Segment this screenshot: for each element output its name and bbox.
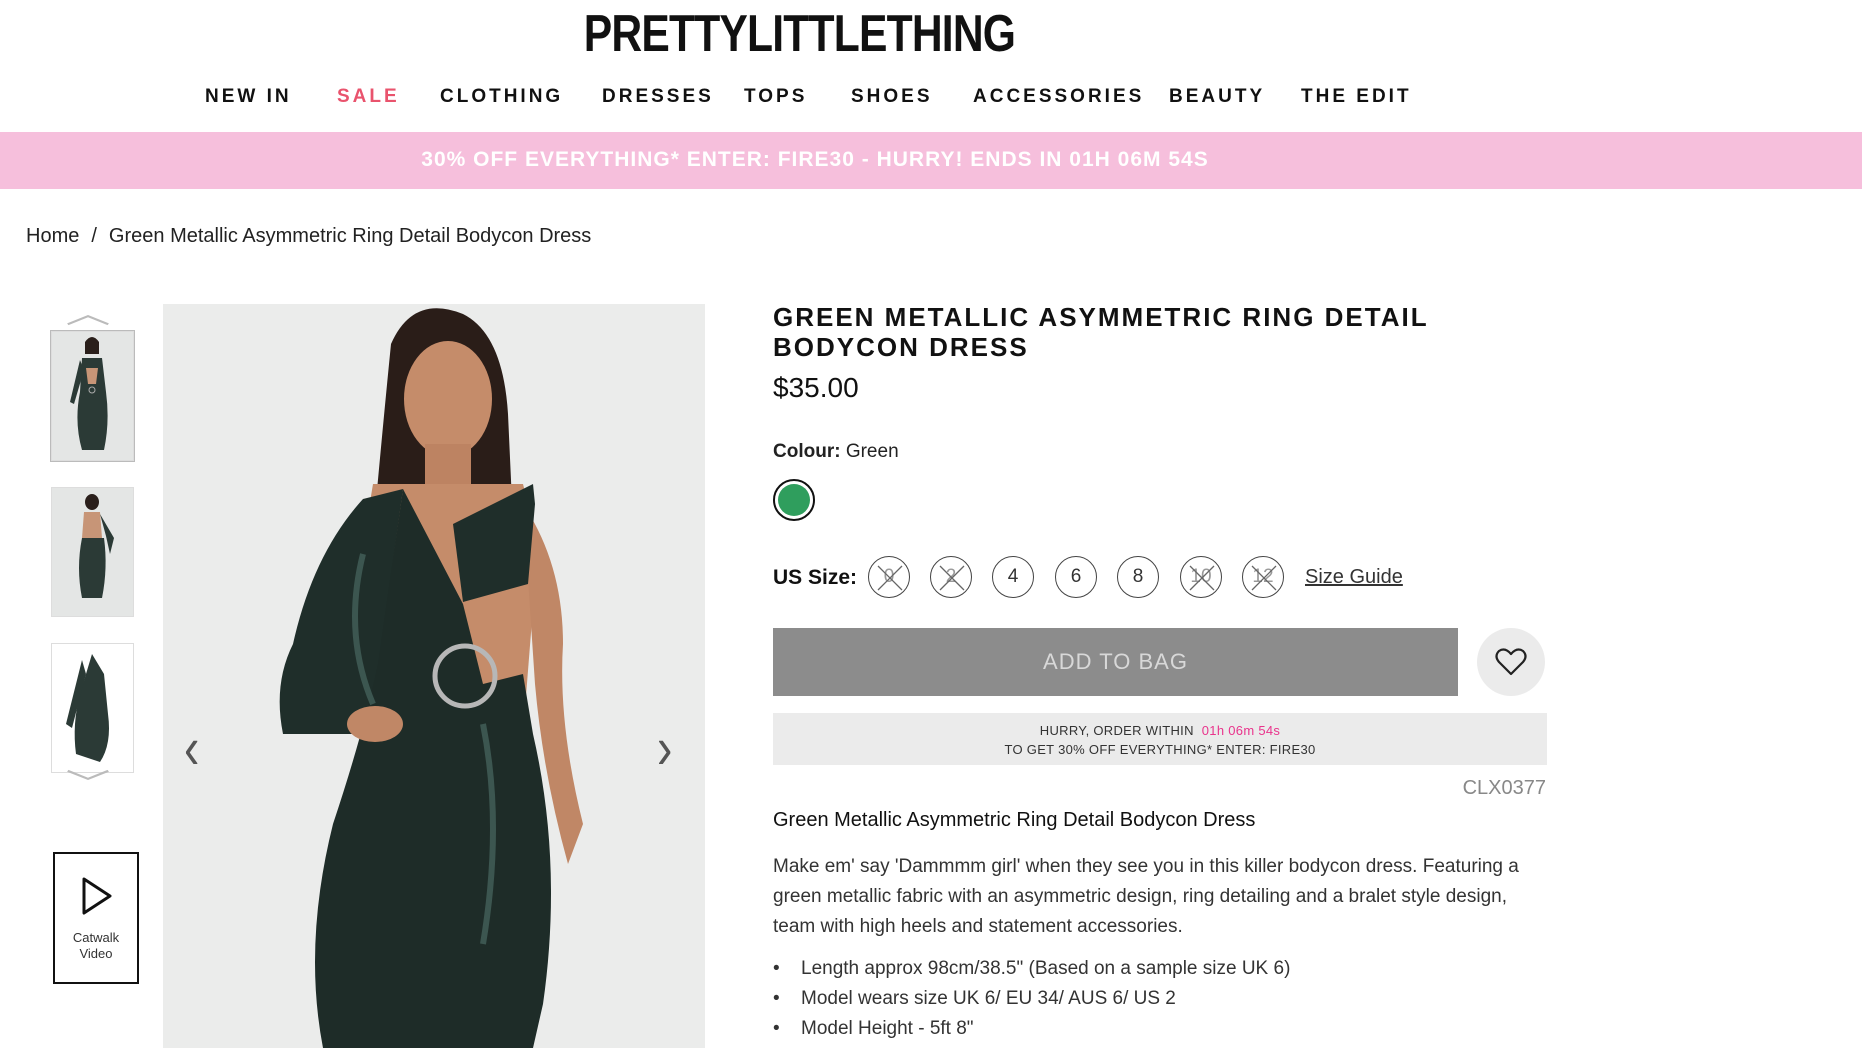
size-option-12[interactable]: 12 <box>1242 556 1284 598</box>
thumbnail-2[interactable] <box>51 487 134 617</box>
brand-logo[interactable]: PRETTYLITTLETHING <box>143 4 1455 64</box>
unavailable-cross-icon <box>939 565 965 591</box>
hurry-text: HURRY, ORDER WITHIN <box>1039 723 1194 738</box>
nav-tops[interactable]: TOPS <box>744 86 807 108</box>
nav-sale[interactable]: SALE <box>337 86 400 108</box>
size-guide-link[interactable]: Size Guide <box>1305 566 1403 589</box>
nav-new-in[interactable]: NEW IN <box>205 86 292 108</box>
size-option-0[interactable]: 0 <box>868 556 910 598</box>
size-option-6[interactable]: 6 <box>1055 556 1097 598</box>
model-front-image <box>52 332 133 460</box>
size-option-10[interactable]: 10 <box>1180 556 1222 598</box>
colour-row: Colour: Green <box>773 441 899 463</box>
breadcrumb-separator: / <box>91 225 97 247</box>
nav-clothing[interactable]: CLOTHING <box>440 86 563 108</box>
unavailable-cross-icon <box>1251 565 1277 591</box>
model-photo <box>163 304 705 1048</box>
swatch-dot <box>778 484 810 516</box>
product-sku: CLX0377 <box>1462 777 1546 799</box>
colour-swatch-green[interactable] <box>773 479 815 521</box>
thumbs-down-arrow-icon[interactable]: ﹀ <box>66 770 111 798</box>
video-label-line1: Catwalk <box>72 930 120 945</box>
unavailable-cross-icon <box>877 565 903 591</box>
size-option-4[interactable]: 4 <box>992 556 1034 598</box>
model-back-image <box>52 488 133 616</box>
product-title: GREEN METALLIC ASYMMETRIC RING DETAIL BO… <box>773 302 1429 362</box>
detail-length: Length approx 98cm/38.5" (Based on a sam… <box>773 954 1290 984</box>
add-to-bag-button[interactable]: ADD TO BAG <box>773 628 1458 696</box>
hurry-line-2: TO GET 30% OFF EVERYTHING* ENTER: FIRE30 <box>1004 742 1316 757</box>
play-icon <box>82 877 112 915</box>
size-option-2[interactable]: 2 <box>930 556 972 598</box>
colour-label: Colour: <box>773 441 841 462</box>
image-prev-arrow-icon[interactable]: ‹ <box>184 717 199 777</box>
catwalk-video-button[interactable]: Catwalk Video <box>53 852 139 984</box>
detail-model-height: Model Height - 5ft 8" <box>773 1014 1290 1044</box>
thumbs-up-arrow-icon[interactable]: ︿ <box>66 300 111 328</box>
nav-the-edit[interactable]: THE EDIT <box>1301 86 1412 108</box>
breadcrumb: Home / Green Metallic Asymmetric Ring Deta… <box>26 225 591 248</box>
video-label-line2: Video <box>79 946 113 961</box>
heart-icon <box>1495 648 1527 676</box>
colour-value: Green <box>845 441 899 462</box>
wishlist-button[interactable] <box>1477 628 1545 696</box>
thumbnail-3[interactable] <box>51 643 134 773</box>
dress-flat-image <box>52 644 133 772</box>
nav-beauty[interactable]: BEAUTY <box>1169 86 1265 108</box>
unavailable-cross-icon <box>1189 565 1215 591</box>
detail-model-size: Model wears size UK 6/ EU 34/ AUS 6/ US … <box>773 984 1290 1014</box>
product-description: Make em' say 'Dammmm girl' when they see… <box>773 856 1519 937</box>
thumbnail-1[interactable] <box>50 330 135 462</box>
size-option-8[interactable]: 8 <box>1117 556 1159 598</box>
product-details-list: Length approx 98cm/38.5" (Based on a sam… <box>773 954 1290 1044</box>
product-price: $35.00 <box>773 372 859 403</box>
breadcrumb-current: Green Metallic Asymmetric Ring Detail Bo… <box>108 225 592 247</box>
nav-shoes[interactable]: SHOES <box>851 86 933 108</box>
main-product-image[interactable] <box>163 304 705 1048</box>
nav-dresses[interactable]: DRESSES <box>602 86 714 108</box>
hurry-countdown-box: HURRY, ORDER WITHIN 01h 06m 54s TO GET 30… <box>773 713 1547 765</box>
promo-text: 30% OFF EVERYTHING* ENTER: FIRE30 - HURR… <box>421 148 1209 171</box>
size-label: US Size: <box>773 566 858 589</box>
description-title: Green Metallic Asymmetric Ring Detail Bo… <box>773 809 1256 831</box>
nav-accessories[interactable]: ACCESSORIES <box>973 86 1144 108</box>
countdown-timer: 01h 06m 54s <box>1201 723 1281 738</box>
hurry-line-1: HURRY, ORDER WITHIN 01h 06m 54s <box>773 723 1547 738</box>
image-next-arrow-icon[interactable]: › <box>657 717 672 777</box>
breadcrumb-home[interactable]: Home <box>26 225 79 247</box>
video-label: Catwalk Video <box>55 930 137 962</box>
promo-banner[interactable]: 30% OFF EVERYTHING* ENTER: FIRE30 - HURR… <box>0 132 1862 189</box>
